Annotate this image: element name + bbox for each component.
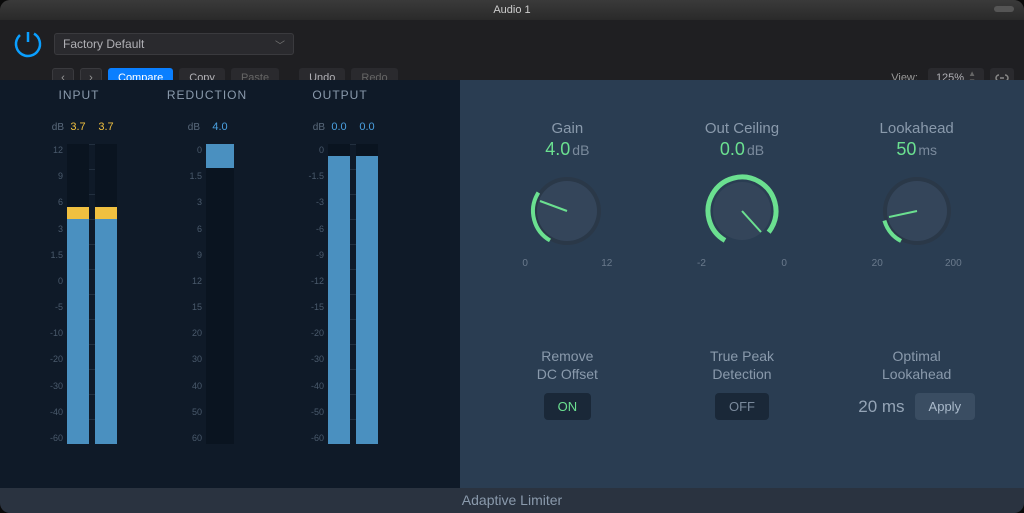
meters-panel: INPUT dB 3.7 3.7 129631.50-5-10-20-30-40… [0, 80, 460, 488]
window-title: Audio 1 [493, 4, 530, 16]
ceiling-knob[interactable] [701, 170, 783, 252]
output-bars [328, 144, 378, 444]
lookahead-ticks: 20200 [872, 258, 962, 269]
window-grip [994, 6, 1014, 12]
chevron-down-icon: ﹀ [275, 37, 285, 52]
power-button[interactable] [10, 26, 46, 62]
output-db-label: dB [299, 122, 325, 133]
preset-name: Factory Default [63, 37, 144, 51]
input-left-value: 3.7 [64, 121, 92, 133]
ceiling-ticks: -20 [697, 258, 787, 269]
apply-button[interactable]: Apply [915, 393, 976, 420]
reduction-db-label: dB [174, 122, 200, 133]
titlebar[interactable]: Audio 1 [0, 0, 1024, 20]
gain-ticks: 012 [522, 258, 612, 269]
ceiling-value: 0.0dB [720, 139, 764, 160]
input-bars [67, 144, 117, 444]
true-peak-control: True PeakDetection OFF [661, 347, 824, 462]
dc-offset-control: RemoveDC Offset ON [486, 347, 649, 462]
output-right-value: 0.0 [353, 121, 381, 133]
toolbar: Factory Default ﹀ ‹ › Compare Copy Paste… [0, 20, 1024, 80]
output-meter-title: OUTPUT [312, 88, 367, 104]
gain-control: Gain 4.0dB 012 [486, 120, 649, 311]
ceiling-control: Out Ceiling 0.0dB -20 [661, 120, 824, 311]
true-peak-label: True PeakDetection [710, 347, 774, 383]
gain-knob[interactable] [526, 170, 608, 252]
output-scale: 0-1.5-3-6-9-12-15-20-30-40-50-60 [302, 144, 328, 444]
gain-label: Gain [551, 120, 583, 137]
input-db-label: dB [38, 122, 64, 133]
reduction-scale: 01.536912152030405060 [180, 144, 206, 444]
input-bar-left [67, 144, 89, 444]
ceiling-label: Out Ceiling [705, 120, 779, 137]
reduction-bar [206, 144, 234, 444]
preset-select[interactable]: Factory Default ﹀ [54, 33, 294, 55]
input-scale: 129631.50-5-10-20-30-40-60 [41, 144, 67, 444]
input-right-value: 3.7 [92, 121, 120, 133]
reduction-meter-title: REDUCTION [167, 88, 247, 104]
reduction-value: 4.0 [200, 121, 240, 133]
gain-value: 4.0dB [545, 139, 589, 160]
plugin-name-footer: Adaptive Limiter [0, 488, 1024, 513]
reduction-bars [206, 144, 234, 444]
optimal-lookahead-value: 20 ms [858, 397, 904, 417]
lookahead-control: Lookahead 50ms 20200 [835, 120, 998, 311]
output-bar-right [356, 144, 378, 444]
output-bar-left [328, 144, 350, 444]
controls-panel: Gain 4.0dB 012 Out Ceiling [460, 80, 1024, 488]
optimal-lookahead-label: OptimalLookahead [882, 347, 951, 383]
lookahead-knob[interactable] [876, 170, 958, 252]
input-meter-title: INPUT [59, 88, 100, 104]
input-bar-right [95, 144, 117, 444]
dc-offset-label: RemoveDC Offset [537, 347, 598, 383]
lookahead-value: 50ms [896, 139, 937, 160]
dc-offset-toggle[interactable]: ON [544, 393, 592, 420]
optimal-lookahead-control: OptimalLookahead 20 ms Apply [835, 347, 998, 462]
output-left-value: 0.0 [325, 121, 353, 133]
lookahead-label: Lookahead [880, 120, 954, 137]
true-peak-toggle[interactable]: OFF [715, 393, 769, 420]
